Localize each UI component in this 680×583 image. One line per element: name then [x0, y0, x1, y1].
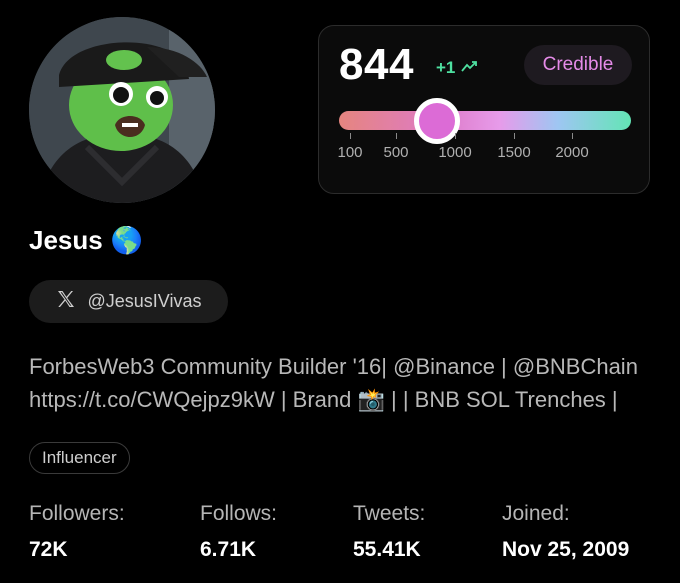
stat-value: 72K	[29, 538, 68, 561]
profile-name-text: Jesus	[29, 225, 103, 255]
score-tick-label: 1000	[438, 144, 472, 161]
score-tick-mark	[455, 133, 456, 139]
profile-bio: ForbesWeb3 Community Builder '16| @Binan…	[29, 354, 638, 412]
score-tick-mark	[572, 133, 573, 139]
stat-value: 55.41K	[353, 538, 421, 561]
score-tick-label: 500	[383, 144, 409, 161]
score-delta-value: +1	[436, 58, 456, 77]
score-card: 844 +1 Credible 100 500 1000 1500 2000	[318, 25, 650, 194]
score-slider-thumb	[413, 98, 460, 144]
score-tick-mark	[514, 133, 515, 139]
avatar	[29, 17, 215, 203]
x-handle-text: @JesusIVivas	[87, 291, 202, 311]
stat-joined: Joined: Nov 25, 2009	[502, 502, 629, 562]
stat-followers: Followers: 72K	[29, 502, 125, 562]
score-slider-track	[339, 111, 631, 130]
score-tick-mark	[396, 133, 397, 139]
credibility-badge: Credible	[524, 45, 632, 85]
x-handle-button[interactable]: @JesusIVivas	[29, 280, 228, 323]
influencer-tag: Influencer	[29, 442, 130, 474]
score-tick-label: 100	[337, 144, 363, 161]
stat-label: Joined:	[502, 502, 570, 525]
score-tick-label: 1500	[497, 144, 531, 161]
score-tick-mark	[350, 133, 351, 139]
stat-value: 6.71K	[200, 538, 257, 561]
globe-emoji: 🌎	[110, 225, 144, 255]
stat-label: Follows:	[200, 502, 278, 525]
score-tick-label: 2000	[555, 144, 589, 161]
stat-label: Followers:	[29, 502, 125, 525]
score-value: 844	[339, 40, 414, 89]
stat-tweets: Tweets: 55.41K	[353, 502, 425, 562]
stat-follows: Follows: 6.71K	[200, 502, 277, 562]
profile-name: Jesus 🌎	[29, 225, 143, 256]
avatar-illustration	[29, 17, 215, 203]
stat-label: Tweets:	[353, 502, 426, 525]
x-logo-icon	[56, 289, 76, 314]
trending-up-icon	[461, 58, 479, 78]
score-delta: +1	[436, 58, 479, 78]
stat-value: Nov 25, 2009	[502, 538, 630, 561]
